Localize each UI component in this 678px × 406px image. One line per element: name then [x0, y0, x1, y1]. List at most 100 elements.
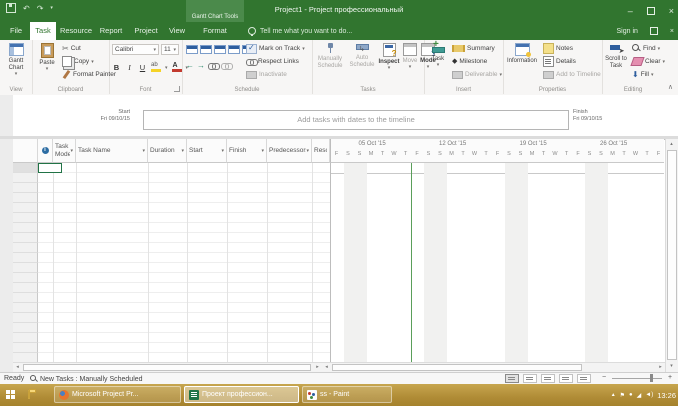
column-dropdown-icon[interactable]	[142, 147, 145, 154]
column-header-predecessors[interactable]: Predecessors	[267, 139, 312, 163]
unlink-tasks-icon[interactable]	[221, 62, 233, 70]
tab-file[interactable]: File	[4, 22, 28, 40]
row-header[interactable]	[13, 183, 38, 193]
column-dropdown-icon[interactable]	[261, 147, 264, 154]
scroll-to-task-button[interactable]: Scroll to Task	[603, 42, 629, 70]
collapse-ribbon-icon[interactable]: ∧	[668, 83, 673, 91]
zoom-slider[interactable]	[612, 378, 662, 379]
auto-schedule-button[interactable]: Auto Schedule	[346, 42, 378, 69]
paste-button[interactable]: Paste	[35, 42, 59, 73]
scroll-up-icon[interactable]: ▴	[667, 140, 676, 149]
table-scroll-thumb[interactable]	[23, 364, 311, 371]
add-to-timeline-button[interactable]: Add to Timeline	[543, 69, 601, 80]
view-shortcut-gantt[interactable]	[505, 374, 519, 383]
italic-button[interactable]: I	[125, 63, 134, 72]
timeline-panel-strip[interactable]: TIMELINE	[0, 95, 19, 257]
save-icon[interactable]	[6, 3, 16, 13]
indent-task-icon[interactable]: →	[197, 61, 205, 70]
row-header[interactable]	[13, 233, 38, 243]
percent-50-button[interactable]	[214, 45, 226, 54]
row-header[interactable]	[13, 223, 38, 233]
chart-horizontal-scrollbar[interactable]: ◂ ▸	[322, 362, 665, 372]
row-header[interactable]	[13, 303, 38, 313]
row-header[interactable]	[13, 243, 38, 253]
chart-scroll-thumb[interactable]	[332, 364, 582, 371]
column-header-duration[interactable]: Duration	[148, 139, 187, 163]
insert-milestone-button[interactable]: ◆ Milestone	[452, 56, 487, 67]
row-header[interactable]	[13, 213, 38, 223]
column-dropdown-icon[interactable]	[70, 147, 73, 154]
find-button[interactable]: Find	[632, 43, 660, 54]
show-hidden-icons-icon[interactable]: ▲	[611, 392, 616, 398]
start-button[interactable]	[6, 390, 16, 400]
background-color-button[interactable]	[151, 62, 161, 72]
tab-format[interactable]: Format	[190, 22, 240, 40]
row-header[interactable]	[13, 193, 38, 203]
view-shortcut-report[interactable]	[577, 374, 591, 383]
row-header[interactable]	[13, 253, 38, 263]
move-button[interactable]: Move	[400, 42, 420, 71]
tell-me-box[interactable]: Tell me what you want to do...	[248, 22, 352, 40]
column-dropdown-icon[interactable]	[221, 147, 224, 154]
tab-resource[interactable]: Resource	[58, 22, 94, 40]
row-header[interactable]	[13, 173, 38, 183]
inactivate-button[interactable]: Inactivate	[246, 69, 287, 80]
taskbar-button-project-app[interactable]: Проект профессион...	[184, 386, 299, 403]
column-header-task-name[interactable]: Task Name	[76, 139, 148, 163]
row-header[interactable]	[13, 323, 38, 333]
row-header[interactable]	[13, 163, 38, 173]
scroll-down-icon[interactable]: ▾	[667, 362, 676, 371]
taskbar-button-project-setup[interactable]: Microsoft Project Pr...	[54, 386, 181, 403]
row-header[interactable]	[13, 273, 38, 283]
vertical-scroll-thumb[interactable]	[667, 150, 677, 360]
column-header-finish[interactable]: Finish	[227, 139, 267, 163]
view-shortcut-team-planner[interactable]	[541, 374, 555, 383]
sign-in-link[interactable]: Sign in	[617, 28, 638, 35]
scroll-left-icon[interactable]: ◂	[322, 363, 331, 372]
insert-task-button[interactable]: Task	[426, 39, 450, 69]
minimize-button[interactable]: –	[628, 6, 633, 16]
respect-links-button[interactable]: Respect Links	[246, 56, 299, 67]
chart-area[interactable]	[330, 163, 664, 362]
notes-button[interactable]: Notes	[543, 43, 573, 54]
tab-project[interactable]: Project	[130, 22, 162, 40]
tab-task[interactable]: Task	[30, 22, 56, 40]
row-header[interactable]	[13, 203, 38, 213]
action-center-icon[interactable]: ⚑	[620, 392, 625, 399]
timeline-panel[interactable]: Start Fri 09/10/15 Add tasks with dates …	[13, 95, 678, 136]
font-family-select[interactable]: Calibri	[112, 44, 159, 55]
outdent-task-icon[interactable]: ←	[186, 61, 194, 70]
row-header[interactable]	[13, 263, 38, 273]
mark-on-track-button[interactable]: Mark on Track	[246, 43, 305, 54]
row-header[interactable]	[13, 293, 38, 303]
column-header-resource-names[interactable]: Resource Names	[312, 139, 330, 163]
zoom-in-button[interactable]: +	[668, 374, 672, 381]
percent-0-button[interactable]	[186, 45, 198, 54]
copy-button[interactable]: Copy	[62, 56, 94, 67]
column-header-task-mode[interactable]: Task Mode	[53, 139, 76, 163]
zoom-slider-thumb[interactable]	[650, 374, 653, 382]
row-header[interactable]	[13, 343, 38, 353]
percent-75-button[interactable]	[228, 45, 240, 54]
tab-report[interactable]: Report	[96, 22, 126, 40]
view-shortcut-task-usage[interactable]	[523, 374, 537, 383]
chart-timescale-header[interactable]: 05 Oct '15 12 Oct '15 19 Oct '15 26 Oct '15…	[330, 139, 664, 163]
zoom-out-button[interactable]: −	[602, 374, 606, 381]
vertical-scrollbar[interactable]: ▴ ▾	[665, 139, 678, 372]
bold-button[interactable]: B	[112, 63, 121, 72]
network-icon[interactable]: ◢	[637, 392, 642, 399]
file-explorer-button[interactable]	[28, 390, 30, 399]
tab-view[interactable]: View	[164, 22, 190, 40]
column-header-start[interactable]: Start	[187, 139, 227, 163]
clock[interactable]: 13:26	[657, 391, 676, 400]
scroll-right-icon[interactable]: ▸	[656, 363, 665, 372]
column-dropdown-icon[interactable]	[306, 147, 309, 154]
fill-button[interactable]: ⬇ Fill	[632, 69, 654, 80]
link-tasks-icon[interactable]	[208, 62, 220, 70]
volume-icon[interactable]: ◄)	[645, 392, 653, 398]
column-dropdown-icon[interactable]	[181, 147, 184, 154]
timeline-placeholder[interactable]: Add tasks with dates to the timeline	[143, 110, 569, 130]
gantt-chart-view-button[interactable]: Gantt Chart	[1, 42, 31, 78]
customize-qat-icon[interactable]: ▾	[50, 5, 53, 11]
row-header[interactable]	[13, 283, 38, 293]
